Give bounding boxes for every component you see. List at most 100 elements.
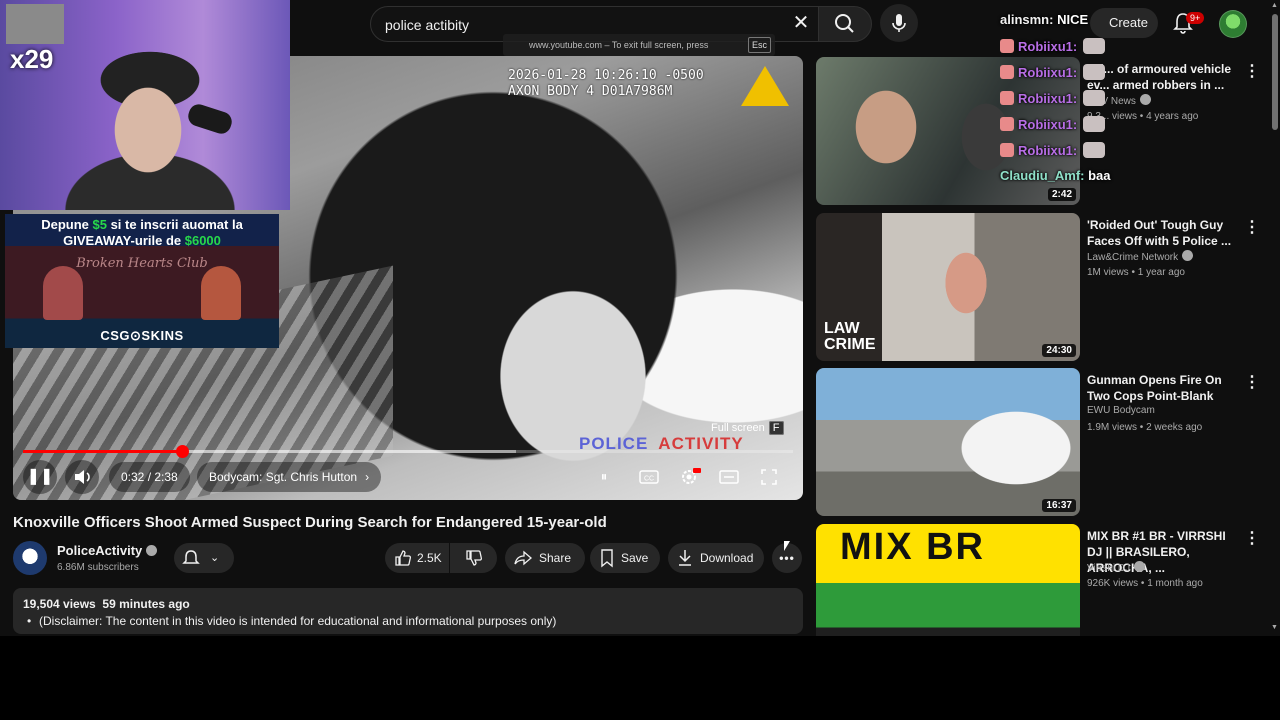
chat-message: Robiixu1: [1000, 38, 1106, 54]
description-box[interactable]: 19,504 views 59 minutes ago (Disclaimer:… [13, 588, 803, 634]
sponsor-banner: Depune $5 si te inscrii auomat la GIVEAW… [5, 214, 279, 348]
like-count: 2.5K [417, 551, 442, 565]
page-scrollbar[interactable] [1272, 14, 1278, 130]
chat-username: alinsmn: [1000, 12, 1054, 27]
recommended-video[interactable]: MIX BR MIX BR #1 BR - VIRRSHI DJ || BRAS… [816, 524, 1266, 636]
channel-name[interactable]: PoliceActivity [57, 543, 158, 558]
ad-line-2: GIVEAWAY-urile de $6000 [5, 233, 279, 248]
create-button[interactable]: Create [1090, 8, 1158, 38]
search-button[interactable] [818, 6, 872, 42]
autoplay-toggle[interactable]: ⏸ [591, 464, 617, 490]
channel-name-text: Virrshi DJ [1087, 563, 1131, 574]
bell-icon [182, 550, 200, 564]
emote-multiplier: x29 [10, 44, 54, 74]
pause-button[interactable]: ❚❚ [23, 460, 57, 494]
youtube-page: ✕ www.youtube.com – To exit full screen,… [0, 0, 1280, 636]
time-text: 0:32 / 2:38 [121, 470, 178, 484]
fullscreen-tooltip: Full screen F [711, 421, 784, 435]
mouse-cursor [784, 541, 790, 551]
chapter-button[interactable]: Bodycam: Sgt. Chris Hutton › [197, 462, 382, 492]
chat-message: Robiixu1: [1000, 90, 1106, 106]
chat-emote-icon [1083, 90, 1106, 106]
volume-button[interactable] [65, 460, 99, 494]
video-meta: 1.9M views • 2 weeks ago [1087, 422, 1203, 433]
channel-name-text: Law&Crime Network [1087, 252, 1179, 263]
account-avatar[interactable] [1219, 10, 1247, 38]
scroll-up-arrow[interactable]: ▲ [1271, 2, 1278, 9]
fullscreen-tooltip-text: Full screen [711, 422, 765, 434]
chat-message: Robiixu1: [1000, 142, 1106, 158]
video-title[interactable]: Gunman Opens Fire On Two Cops Point-Blan… [1087, 372, 1239, 404]
video-duration: 16:37 [1042, 499, 1076, 512]
progress-scrubber[interactable] [175, 445, 189, 458]
thumbs-down-icon [466, 550, 483, 566]
fullscreen-tooltip-key: F [768, 421, 784, 435]
chat-text: NICE [1053, 12, 1089, 27]
fullscreen-exit-text: www.youtube.com – To exit full screen, p… [529, 40, 709, 50]
like-button[interactable]: 2.5K [385, 543, 449, 573]
video-thumbnail[interactable]: 16:37 [816, 368, 1080, 516]
view-stats: 19,504 views 59 minutes ago [23, 597, 190, 611]
progress-bar[interactable] [23, 445, 793, 458]
search-icon [835, 14, 854, 33]
svg-text:CC: CC [644, 476, 654, 483]
more-vertical-icon[interactable]: ⋮ [1244, 372, 1260, 392]
fullscreen-button[interactable] [756, 464, 782, 490]
ad-club-sign: Broken Hearts Club [76, 256, 208, 271]
channel-name[interactable]: EWU Bodycam [1087, 405, 1155, 416]
progress-played [23, 450, 182, 453]
voice-search-button[interactable] [880, 4, 918, 42]
mic-icon [892, 14, 906, 32]
subscription-bell-button[interactable]: ⌄ [174, 543, 234, 573]
bodycam-timestamp: 2026-01-28 10:26:10 -0500 AXON BODY 4 D0… [508, 68, 704, 99]
chat-badge-icon [1000, 39, 1014, 53]
settings-button[interactable] [676, 464, 702, 490]
download-icon [679, 550, 691, 566]
ad-line-1-amount: $5 [92, 217, 107, 232]
view-count: 19,504 views [23, 597, 96, 611]
axon-logo [741, 66, 789, 106]
more-vertical-icon[interactable]: ⋮ [1244, 217, 1260, 237]
scroll-down-arrow[interactable]: ▼ [1271, 624, 1278, 631]
viewer-emote-thumbnail [6, 4, 64, 44]
save-button[interactable]: Save [590, 543, 660, 573]
chat-message: Claudiu_Amf: baa [1000, 168, 1111, 183]
ad-character-left [43, 266, 83, 320]
video-title: Knoxville Officers Shoot Armed Suspect D… [13, 514, 607, 531]
subscriber-count: 6.86M subscribers [57, 562, 139, 573]
recommended-video[interactable]: LAW CRIME 24:30 'Roided Out' Tough Guy F… [816, 213, 1266, 363]
channel-avatar[interactable] [13, 541, 47, 575]
dislike-button[interactable] [450, 543, 497, 573]
verified-icon [1139, 94, 1151, 105]
theater-mode-button[interactable] [716, 464, 742, 490]
chapter-title: Bodycam: Sgt. Chris Hutton [209, 470, 358, 484]
video-title[interactable]: Dri... of armoured vehicle ev... armed r… [1087, 61, 1239, 93]
video-thumbnail[interactable]: LAW CRIME 24:30 [816, 213, 1080, 361]
recommended-video[interactable]: 16:37 Gunman Opens Fire On Two Cops Poin… [816, 368, 1266, 518]
share-icon [514, 550, 532, 566]
share-label: Share [539, 551, 572, 565]
download-button[interactable]: Download [668, 543, 764, 573]
chat-badge-icon [1000, 117, 1014, 131]
chat-username: Robiixu1: [1018, 39, 1078, 54]
ad-line-2-amount: $6000 [184, 233, 221, 248]
captions-button[interactable]: CC [636, 464, 662, 490]
channel-name[interactable]: Virrshi DJ [1087, 561, 1146, 574]
channel-name[interactable]: Law&Crime Network [1087, 250, 1194, 263]
share-button[interactable]: Share [505, 543, 585, 573]
fullscreen-icon [761, 469, 777, 485]
chat-username: Robiixu1: [1018, 65, 1078, 80]
thumbs-up-icon [395, 550, 412, 566]
video-meta: 1M views • 1 year ago [1087, 267, 1185, 278]
notification-badge: 9+ [1186, 12, 1205, 24]
video-title[interactable]: 'Roided Out' Tough Guy Faces Off with 5 … [1087, 217, 1239, 249]
chat-message: alinsmn: NICE [1000, 12, 1088, 27]
chat-username: Robiixu1: [1018, 91, 1078, 106]
fullscreen-exit-hint: www.youtube.com – To exit full screen, p… [503, 34, 775, 56]
save-label: Save [621, 551, 649, 565]
clear-search-icon[interactable]: ✕ [789, 11, 813, 35]
more-vertical-icon[interactable]: ⋮ [1244, 61, 1260, 81]
chat-username: Claudiu_Amf: [1000, 168, 1085, 183]
video-thumbnail[interactable]: MIX BR [816, 524, 1080, 636]
more-vertical-icon[interactable]: ⋮ [1244, 528, 1260, 548]
